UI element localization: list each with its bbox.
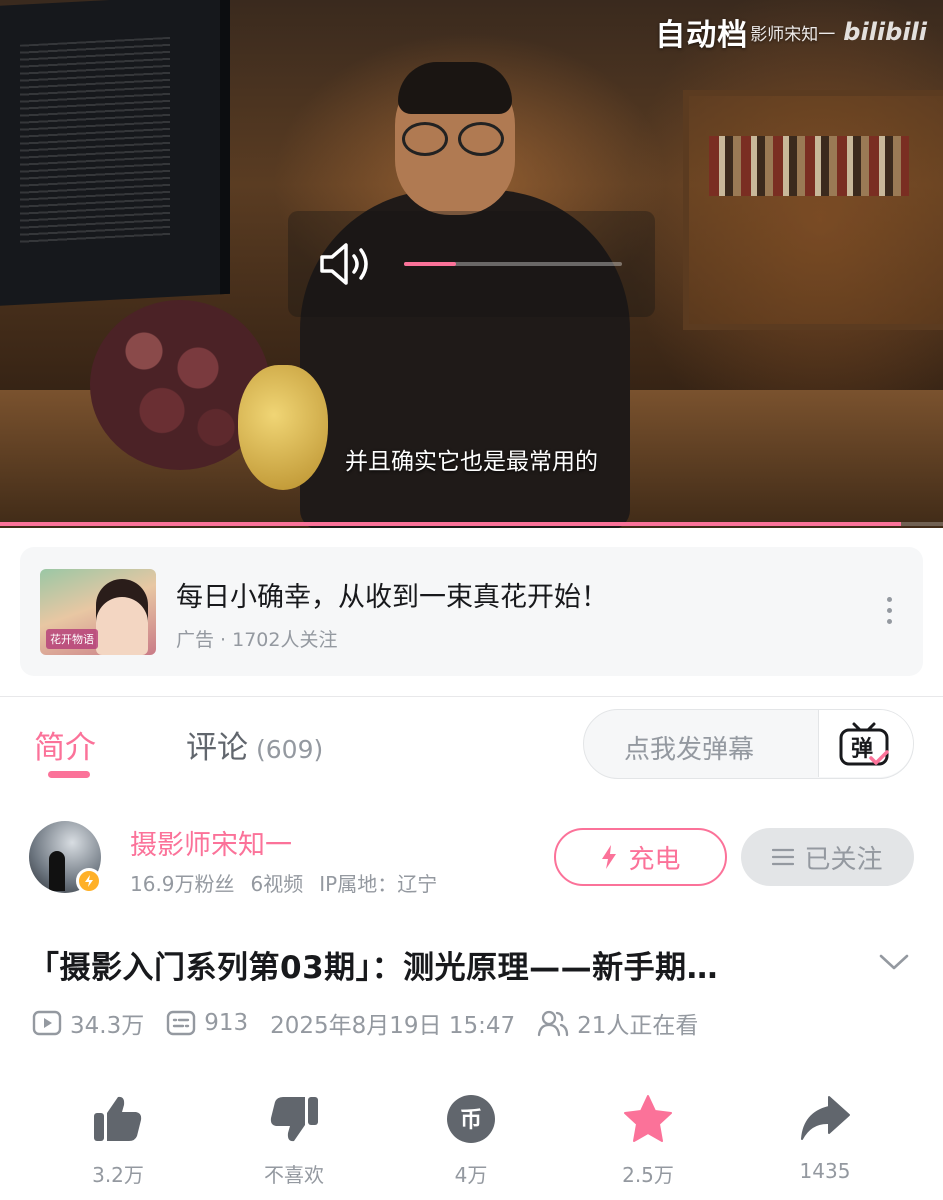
coin-icon: 币 — [447, 1095, 495, 1143]
video-progress-fill — [0, 522, 901, 526]
danmaku-stat: 913 — [166, 1010, 248, 1036]
thumbs-down-icon — [270, 1097, 318, 1142]
share-button[interactable]: 1435 — [760, 1093, 890, 1183]
uploader-videos: 6视频 — [250, 872, 304, 896]
watching-stat: 21人正在看 — [537, 1006, 698, 1040]
speaker-icon — [320, 243, 368, 285]
danmaku-toggle-button[interactable]: 弹 — [819, 710, 913, 777]
dislike-label: 不喜欢 — [264, 1163, 324, 1187]
video-meta: 34.3万 913 2025年8月19日 15:47 21人正在看 — [32, 1006, 720, 1040]
follow-button-label: 已关注 — [804, 844, 883, 875]
ad-card[interactable]: 花开物语 每日小确幸，从收到一束真花开始！ 广告 · 1702人关注 — [20, 547, 923, 676]
video-title[interactable]: 「摄影入门系列第03期」：测光原理——新手期… — [28, 942, 848, 987]
ad-thumbnail[interactable]: 花开物语 — [40, 569, 156, 655]
danmaku-input[interactable]: 点我发弹幕 — [624, 729, 754, 766]
like-count: 3.2万 — [92, 1163, 144, 1187]
more-options-icon[interactable] — [885, 597, 893, 629]
share-arrow-icon — [801, 1096, 850, 1140]
danmaku-bar: 点我发弹幕 弹 — [583, 709, 914, 779]
views-count: 34.3万 — [70, 1013, 145, 1039]
active-tab-indicator — [48, 771, 90, 778]
watching-count: 21人正在看 — [577, 1013, 699, 1039]
volume-slider[interactable] — [404, 262, 622, 266]
coin-button[interactable]: 币 4万 — [406, 1093, 536, 1188]
charge-button-label: 充电 — [628, 844, 681, 875]
favorite-button[interactable]: 2.5万 — [583, 1093, 713, 1188]
watermark-title: 自动档 — [655, 18, 749, 53]
chevron-down-icon[interactable] — [878, 950, 910, 974]
danmaku-count-icon — [167, 1010, 196, 1036]
uploader-stats: 16.9万粉丝 6视频 IP属地：辽宁 — [130, 868, 437, 897]
video-subtitle: 并且确实它也是最常用的 — [345, 449, 598, 475]
danmaku-tv-icon: 弹 — [839, 722, 889, 766]
comments-count: (609) — [256, 735, 324, 764]
views-stat: 34.3万 — [32, 1006, 144, 1040]
tab-intro[interactable]: 简介 — [34, 722, 96, 767]
share-count: 1435 — [799, 1159, 851, 1183]
presenter-glasses — [402, 122, 506, 156]
uploader-ip: IP属地：辽宁 — [319, 872, 438, 896]
volume-overlay — [288, 211, 655, 317]
dislike-button[interactable]: 不喜欢 — [229, 1093, 359, 1188]
watermark-author: 影师宋知一 — [750, 24, 836, 45]
background-monitor — [0, 0, 230, 307]
star-icon — [624, 1095, 672, 1142]
favorite-count: 2.5万 — [622, 1163, 674, 1187]
tab-comments[interactable]: 评论 (609) — [186, 722, 323, 767]
ad-thumbnail-label: 花开物语 — [46, 629, 98, 649]
play-count-icon — [32, 1010, 62, 1036]
section-divider — [0, 696, 943, 697]
video-progress-bar[interactable] — [0, 522, 943, 526]
tab-comments-label: 评论 — [186, 730, 248, 766]
lightning-icon — [602, 845, 617, 869]
video-watermark: 自动档 影师宋知一 bilibili — [655, 10, 927, 54]
svg-text:币: 币 — [460, 1108, 482, 1133]
danmaku-count: 913 — [204, 1010, 249, 1036]
thumbs-up-icon — [94, 1096, 142, 1141]
bilibili-logo: bilibili — [843, 18, 927, 46]
menu-lines-icon — [772, 848, 795, 866]
viewers-icon — [538, 1010, 569, 1037]
charge-button[interactable]: 充电 — [554, 828, 727, 886]
uploader-fans: 16.9万粉丝 — [130, 872, 235, 896]
video-player[interactable]: 自动档 影师宋知一 bilibili 并且确实它也是最常用的 — [0, 0, 943, 528]
lightning-badge-icon — [76, 868, 102, 894]
ad-meta: 广告 · 1702人关注 — [176, 629, 338, 651]
volume-slider-fill — [404, 262, 457, 266]
background-bookshelf — [683, 90, 943, 330]
uploader-name[interactable]: 摄影师宋知一 — [130, 823, 292, 862]
publish-time: 2025年8月19日 15:47 — [270, 1013, 516, 1039]
ad-title[interactable]: 每日小确幸，从收到一束真花开始！ — [176, 575, 608, 614]
follow-button[interactable]: 已关注 — [741, 828, 914, 886]
coin-count: 4万 — [454, 1163, 488, 1187]
like-button[interactable]: 3.2万 — [53, 1093, 183, 1188]
